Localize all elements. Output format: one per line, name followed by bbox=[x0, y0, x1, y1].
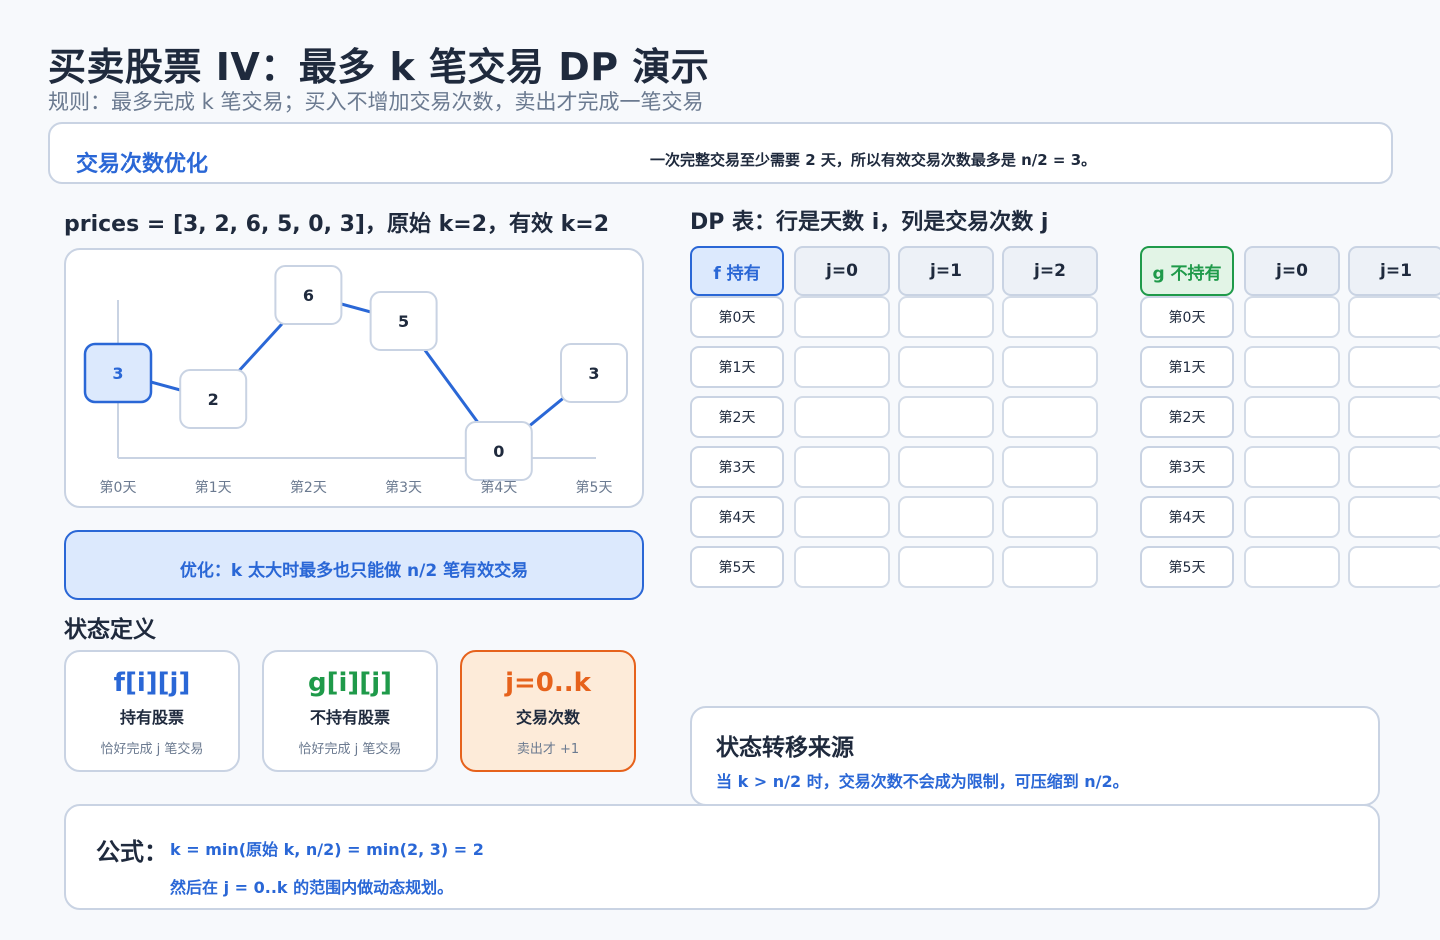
f-cell bbox=[794, 346, 890, 388]
x-tick-label: 第3天 bbox=[385, 479, 422, 496]
f-row-header: 第3天 bbox=[690, 446, 784, 488]
g-column-header: j=1 bbox=[1348, 246, 1440, 296]
page-title: 买卖股票 IV：最多 k 笔交易 DP 演示 bbox=[48, 45, 710, 89]
f-column-header: j=1 bbox=[898, 246, 994, 296]
f-column-header: j=2 bbox=[1002, 246, 1098, 296]
x-tick-label: 第2天 bbox=[290, 479, 327, 496]
price-chart: 3 2 6 5 0 3 第0天 第1天 第2天 第3天 第4天 第5天 bbox=[64, 248, 644, 508]
optimization-banner: 交易次数优化 一次完整交易至少需要 2 天，所以有效交易次数最多是 n/2 = … bbox=[48, 122, 1393, 184]
state-desc: 卖出才 +1 bbox=[516, 742, 580, 757]
g-row-header: 第4天 bbox=[1140, 496, 1234, 538]
f-table-header: f 持有 bbox=[690, 246, 784, 296]
price-value-label: 6 bbox=[303, 286, 314, 305]
f-cell bbox=[1002, 546, 1098, 588]
formula-label: 公式： bbox=[96, 838, 168, 866]
transition-panel: 状态转移来源 当 k > n/2 时，交易次数不会成为限制，可压缩到 n/2。 bbox=[690, 706, 1380, 806]
state-card-g: g[i][j] 不持有股票 恰好完成 j 笔交易 bbox=[262, 650, 438, 772]
state-name: 交易次数 bbox=[515, 708, 580, 727]
f-cell bbox=[794, 296, 890, 338]
g-cell bbox=[1244, 496, 1340, 538]
f-cell bbox=[1002, 296, 1098, 338]
g-cell bbox=[1348, 496, 1440, 538]
g-row-header: 第0天 bbox=[1140, 296, 1234, 338]
transition-note: 当 k > n/2 时，交易次数不会成为限制，可压缩到 n/2。 bbox=[716, 772, 1129, 791]
g-cell bbox=[1348, 446, 1440, 488]
price-value-label: 3 bbox=[588, 364, 599, 383]
state-name: 不持有股票 bbox=[309, 708, 390, 727]
f-row-header: 第2天 bbox=[690, 396, 784, 438]
state-desc: 恰好完成 j 笔交易 bbox=[298, 742, 402, 757]
g-cell bbox=[1348, 546, 1440, 588]
f-cell bbox=[898, 346, 994, 388]
x-tick-label: 第4天 bbox=[480, 479, 517, 496]
formula-panel: 公式： k = min(原始 k, n/2) = min(2, 3) = 2 然… bbox=[64, 804, 1380, 910]
f-cell bbox=[898, 546, 994, 588]
state-card-f: f[i][j] 持有股票 恰好完成 j 笔交易 bbox=[64, 650, 240, 772]
prices-label: prices = [3, 2, 6, 5, 0, 3]，原始 k=2，有效 k=… bbox=[64, 212, 610, 237]
g-row-header: 第2天 bbox=[1140, 396, 1234, 438]
state-card-j: j=0..k 交易次数 卖出才 +1 bbox=[460, 650, 636, 772]
g-cell bbox=[1244, 396, 1340, 438]
f-cell bbox=[898, 496, 994, 538]
f-cell bbox=[794, 446, 890, 488]
f-cell bbox=[1002, 496, 1098, 538]
f-row-header: 第4天 bbox=[690, 496, 784, 538]
state-definition-label: 状态定义 bbox=[64, 617, 156, 643]
g-row-header: 第5天 bbox=[1140, 546, 1234, 588]
price-value-label: 3 bbox=[112, 364, 123, 383]
f-row-header: 第1天 bbox=[690, 346, 784, 388]
f-cell bbox=[1002, 396, 1098, 438]
x-tick-label: 第1天 bbox=[195, 479, 232, 496]
g-cell bbox=[1244, 446, 1340, 488]
page-subtitle: 规则：最多完成 k 笔交易；买入不增加交易次数，卖出才完成一笔交易 bbox=[48, 90, 704, 114]
banner-note: 一次完整交易至少需要 2 天，所以有效交易次数最多是 n/2 = 3。 bbox=[650, 151, 1097, 169]
g-table-header: g 不持有 bbox=[1140, 246, 1234, 296]
f-cell bbox=[794, 496, 890, 538]
g-cell bbox=[1348, 346, 1440, 388]
x-tick-label: 第5天 bbox=[576, 479, 613, 496]
g-row-header: 第1天 bbox=[1140, 346, 1234, 388]
formula-line-1: k = min(原始 k, n/2) = min(2, 3) = 2 bbox=[170, 840, 484, 859]
f-cell bbox=[898, 296, 994, 338]
f-row-header: 第5天 bbox=[690, 546, 784, 588]
optimization-text: 优化：k 太大时最多也只能做 n/2 笔有效交易 bbox=[179, 561, 529, 581]
f-cell bbox=[898, 396, 994, 438]
g-cell bbox=[1244, 346, 1340, 388]
f-row-header: 第0天 bbox=[690, 296, 784, 338]
state-symbol: g[i][j] bbox=[308, 668, 392, 698]
transition-title: 状态转移来源 bbox=[716, 735, 854, 761]
f-cell bbox=[1002, 346, 1098, 388]
f-cell bbox=[794, 546, 890, 588]
state-desc: 恰好完成 j 笔交易 bbox=[100, 742, 204, 757]
banner-title: 交易次数优化 bbox=[76, 152, 209, 177]
state-name: 持有股票 bbox=[119, 708, 184, 727]
formula-line-2: 然后在 j = 0..k 的范围内做动态规划。 bbox=[170, 878, 454, 897]
price-value-label: 0 bbox=[493, 442, 504, 461]
f-cell bbox=[1002, 446, 1098, 488]
g-cell bbox=[1348, 296, 1440, 338]
dp-table-label: DP 表：行是天数 i，列是交易次数 j bbox=[690, 210, 1049, 235]
g-column-header: j=0 bbox=[1244, 246, 1340, 296]
price-value-label: 2 bbox=[208, 390, 219, 409]
state-symbol: f[i][j] bbox=[113, 668, 191, 698]
x-tick-label: 第0天 bbox=[100, 479, 137, 496]
state-symbol: j=0..k bbox=[505, 668, 591, 698]
g-cell bbox=[1244, 296, 1340, 338]
optimization-callout: 优化：k 太大时最多也只能做 n/2 笔有效交易 bbox=[64, 530, 644, 600]
g-cell bbox=[1244, 546, 1340, 588]
g-cell bbox=[1348, 396, 1440, 438]
price-chart-svg: 3 2 6 5 0 3 第0天 第1天 第2天 第3天 第4天 第5天 bbox=[83, 265, 628, 496]
f-cell bbox=[794, 396, 890, 438]
price-value-label: 5 bbox=[398, 312, 409, 331]
g-row-header: 第3天 bbox=[1140, 446, 1234, 488]
f-column-header: j=0 bbox=[794, 246, 890, 296]
f-cell bbox=[898, 446, 994, 488]
